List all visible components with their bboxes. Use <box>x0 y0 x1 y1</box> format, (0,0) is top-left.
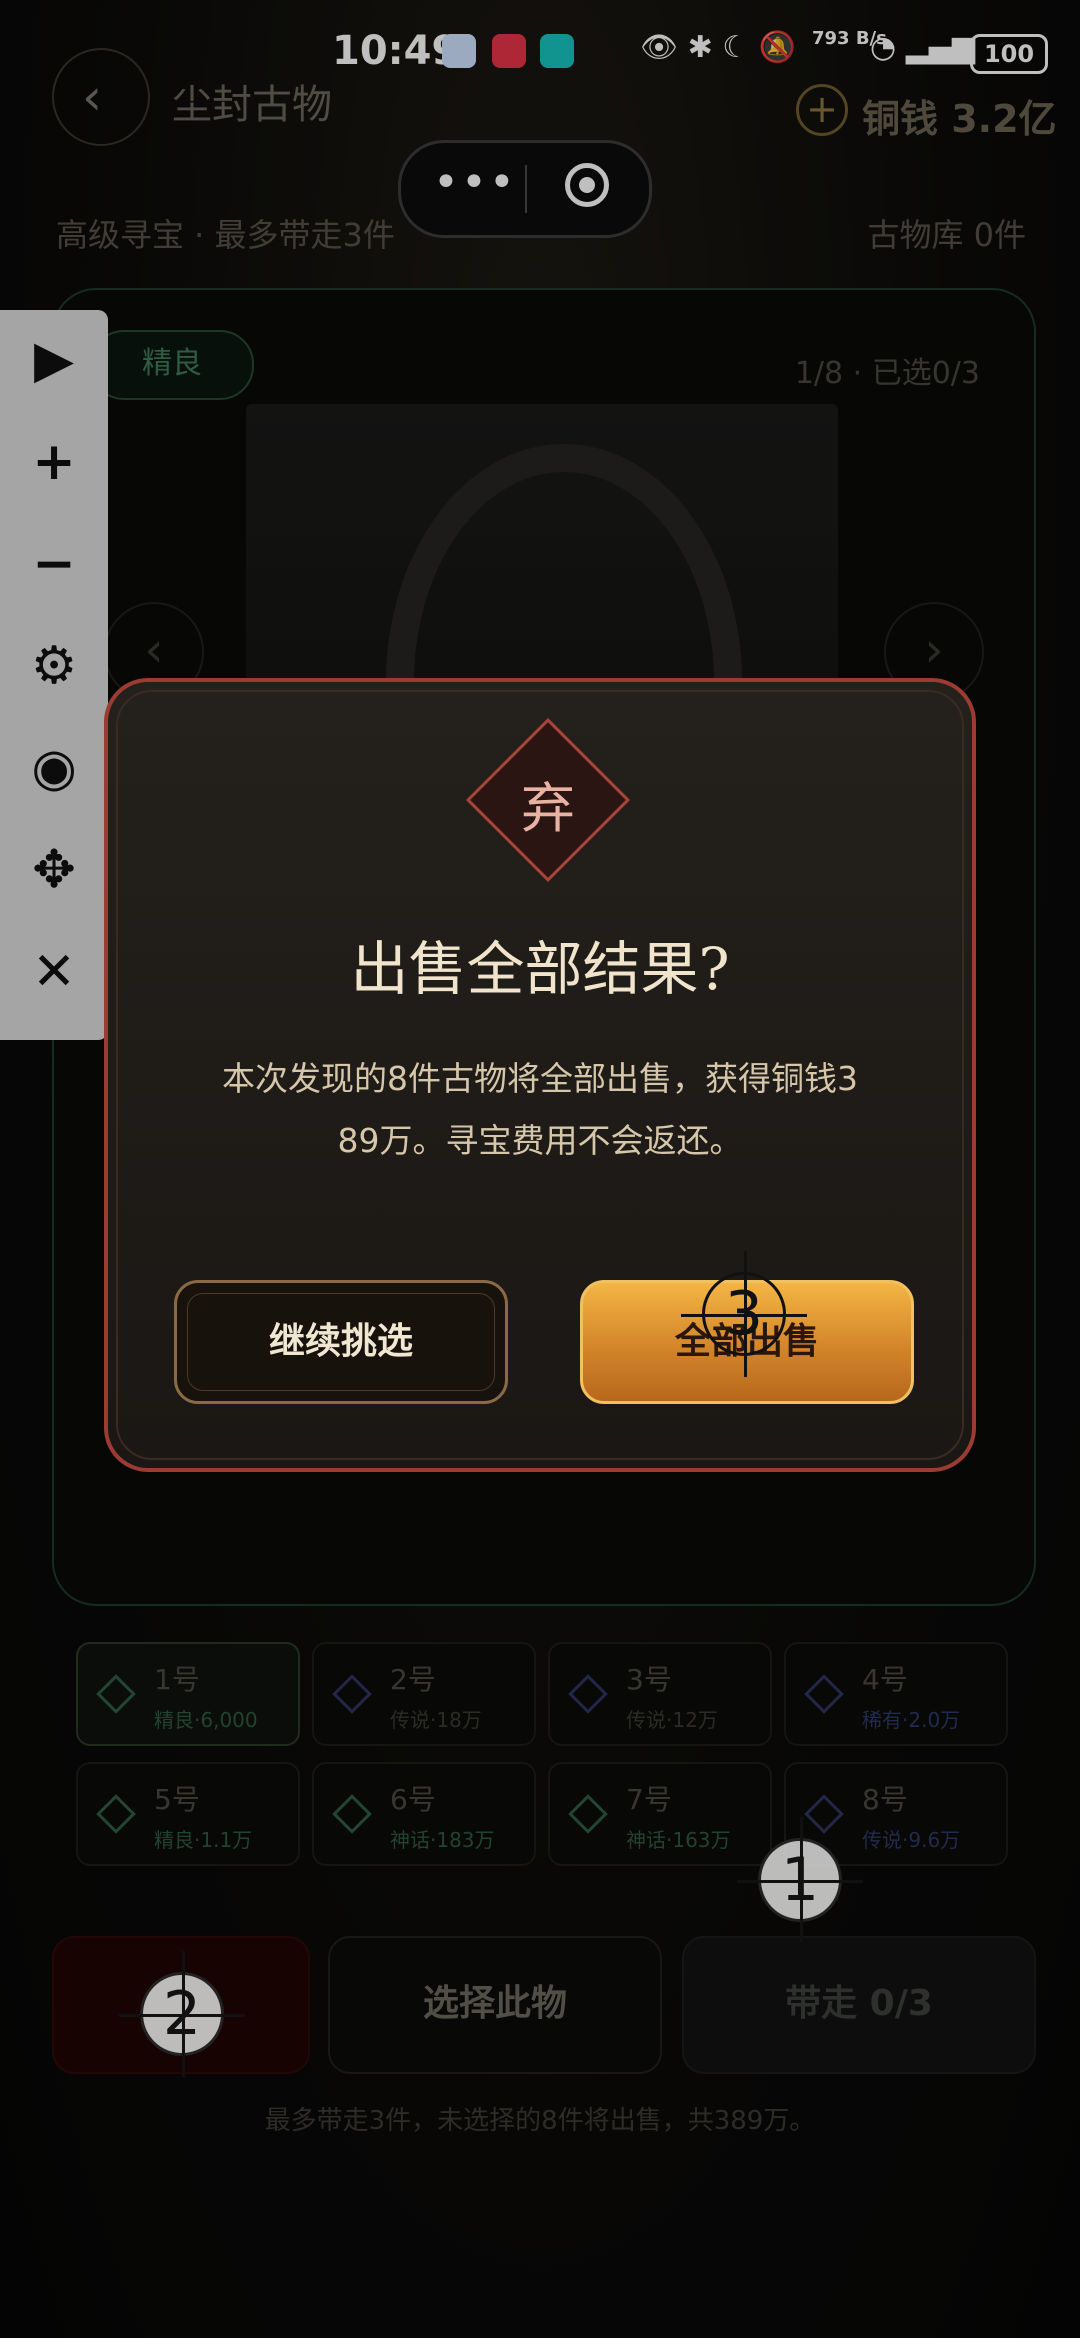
abandon-badge-text: 弃 <box>521 777 575 840</box>
sell-all-dialog: 弃 出售全部结果? 本次发现的8件古物将全部出售，获得铜钱3 89万。寻宝费用不… <box>104 678 976 1472</box>
dialog-title: 出售全部结果? <box>350 935 730 1003</box>
continue-picking-button[interactable]: 继续挑选 <box>174 1280 508 1404</box>
tap-marker-1: 1 <box>737 1817 863 1943</box>
dialog-body-line: 89万。寻宝费用不会返还。 <box>337 1121 743 1160</box>
dialog-body: 本次发现的8件古物将全部出售，获得铜钱3 89万。寻宝费用不会返还。 <box>178 1048 902 1172</box>
dialog-body-line: 本次发现的8件古物将全部出售，获得铜钱3 <box>222 1059 858 1098</box>
tap-marker-2: 2 <box>119 1951 245 2077</box>
tap-marker-3: 3 <box>681 1251 807 1377</box>
